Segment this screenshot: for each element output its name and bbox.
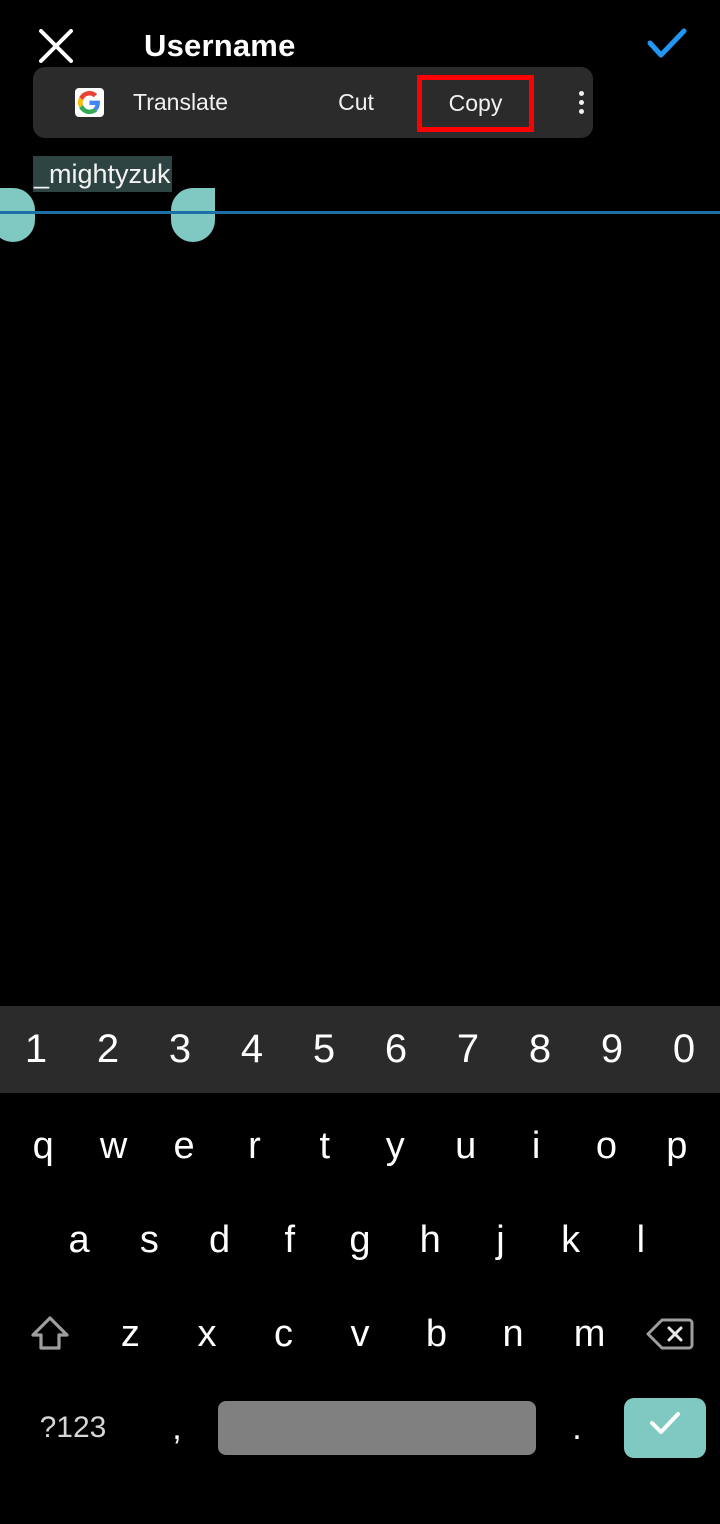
- google-g-icon[interactable]: [75, 88, 104, 117]
- key-n[interactable]: n: [475, 1288, 552, 1380]
- key-t[interactable]: t: [290, 1100, 360, 1192]
- key-y[interactable]: y: [360, 1100, 430, 1192]
- key-x[interactable]: x: [169, 1288, 246, 1380]
- key-e[interactable]: e: [149, 1100, 219, 1192]
- more-vertical-icon[interactable]: [558, 67, 604, 138]
- key-o[interactable]: o: [571, 1100, 641, 1192]
- key-k[interactable]: k: [536, 1194, 606, 1286]
- key-v[interactable]: v: [322, 1288, 399, 1380]
- key-s[interactable]: s: [114, 1194, 184, 1286]
- overflow-dot: [578, 91, 584, 96]
- key-7[interactable]: 7: [432, 1006, 504, 1093]
- key-3[interactable]: 3: [144, 1006, 216, 1093]
- check-icon: [641, 18, 693, 75]
- key-h[interactable]: h: [395, 1194, 465, 1286]
- toolbar-item-copy[interactable]: Copy: [417, 75, 534, 132]
- key-c[interactable]: c: [245, 1288, 322, 1380]
- toolbar-translate-label: Translate: [133, 89, 229, 115]
- key-6[interactable]: 6: [360, 1006, 432, 1093]
- key-backspace[interactable]: [628, 1288, 712, 1380]
- key-p[interactable]: p: [642, 1100, 712, 1192]
- confirm-button[interactable]: [640, 20, 694, 72]
- keyboard-row-3: z x c v b n m: [0, 1288, 720, 1380]
- key-m[interactable]: m: [551, 1288, 628, 1380]
- toolbar-cut-label: Cut: [338, 89, 374, 115]
- shift-icon: [26, 1310, 74, 1358]
- key-space[interactable]: [218, 1401, 536, 1455]
- key-period[interactable]: .: [538, 1382, 616, 1474]
- key-w[interactable]: w: [78, 1100, 148, 1192]
- key-comma[interactable]: ,: [138, 1382, 216, 1474]
- key-symbols[interactable]: ?123: [8, 1382, 138, 1474]
- key-9[interactable]: 9: [576, 1006, 648, 1093]
- page-title: Username: [144, 28, 296, 63]
- on-screen-keyboard: 1 2 3 4 5 6 7 8 9 0 q w e r t y u i o p …: [0, 1006, 720, 1524]
- key-l[interactable]: l: [606, 1194, 676, 1286]
- toolbar-item-translate[interactable]: Translate: [128, 67, 323, 138]
- keyboard-number-row: 1 2 3 4 5 6 7 8 9 0: [0, 1006, 720, 1093]
- key-u[interactable]: u: [430, 1100, 500, 1192]
- backspace-icon: [644, 1312, 696, 1356]
- selection-handle-start[interactable]: [0, 188, 35, 242]
- selection-handle-end[interactable]: [171, 188, 215, 242]
- key-d[interactable]: d: [184, 1194, 254, 1286]
- text-selection-toolbar: Translate Cut Copy: [33, 67, 593, 138]
- toolbar-item-cut[interactable]: Cut: [301, 67, 411, 138]
- close-icon: [34, 24, 78, 68]
- key-1[interactable]: 1: [0, 1006, 72, 1093]
- key-8[interactable]: 8: [504, 1006, 576, 1093]
- key-a[interactable]: a: [44, 1194, 114, 1286]
- username-input-value: _mightyzuk: [33, 156, 172, 192]
- key-shift[interactable]: [8, 1288, 92, 1380]
- check-icon: [642, 1400, 688, 1456]
- close-button[interactable]: [32, 22, 80, 70]
- key-4[interactable]: 4: [216, 1006, 288, 1093]
- keyboard-row-1: q w e r t y u i o p: [0, 1100, 720, 1192]
- key-enter[interactable]: [624, 1398, 706, 1458]
- key-b[interactable]: b: [398, 1288, 475, 1380]
- overflow-dot: [578, 109, 584, 114]
- username-field-area[interactable]: _mightyzuk: [0, 150, 720, 242]
- keyboard-row-4: ?123 , .: [0, 1382, 720, 1474]
- keyboard-row-2: a s d f g h j k l: [0, 1194, 720, 1286]
- key-f[interactable]: f: [255, 1194, 325, 1286]
- key-q[interactable]: q: [8, 1100, 78, 1192]
- overflow-dot: [578, 100, 584, 105]
- key-j[interactable]: j: [465, 1194, 535, 1286]
- key-2[interactable]: 2: [72, 1006, 144, 1093]
- field-underline: [0, 211, 720, 214]
- key-i[interactable]: i: [501, 1100, 571, 1192]
- key-g[interactable]: g: [325, 1194, 395, 1286]
- key-5[interactable]: 5: [288, 1006, 360, 1093]
- key-r[interactable]: r: [219, 1100, 289, 1192]
- toolbar-copy-label: Copy: [448, 90, 503, 116]
- key-0[interactable]: 0: [648, 1006, 720, 1093]
- username-input[interactable]: _mightyzuk: [33, 156, 172, 192]
- key-z[interactable]: z: [92, 1288, 169, 1380]
